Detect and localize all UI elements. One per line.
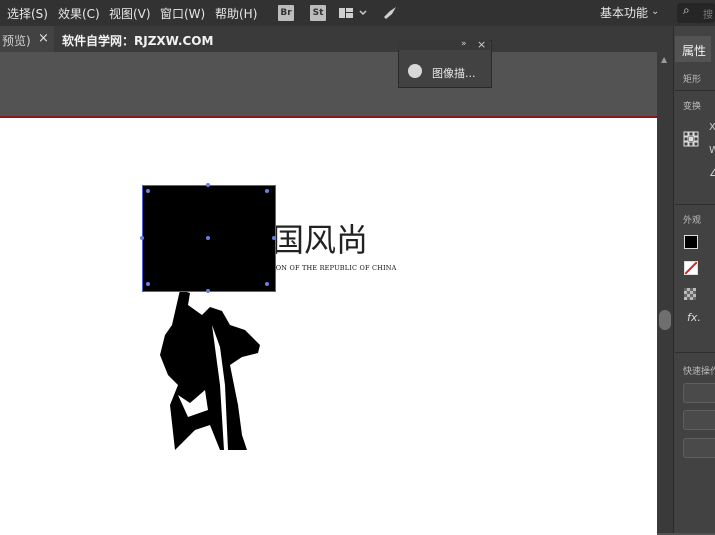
selection-handle[interactable] (265, 282, 269, 286)
collapse-icon[interactable]: » (461, 39, 467, 49)
bridge-button[interactable]: Br (278, 5, 294, 21)
divider (675, 90, 715, 91)
image-trace-icon[interactable] (408, 64, 422, 78)
section-shape-label: 矩形 (683, 75, 702, 85)
scrollbar-thumb[interactable] (659, 310, 671, 330)
selection-handle[interactable] (140, 236, 144, 240)
vertical-scrollbar[interactable] (657, 52, 673, 533)
fill-swatch[interactable] (684, 235, 698, 249)
artwork-subline[interactable]: ION OF THE REPUBLIC OF CHINA (273, 264, 397, 272)
rotate-icon[interactable]: ∠ (709, 168, 715, 179)
stroke-swatch[interactable] (684, 261, 698, 275)
effects-icon[interactable]: fx. (687, 311, 701, 324)
image-trace-button[interactable]: 图像描... (432, 65, 476, 81)
menu-window[interactable]: 窗口(W) (160, 5, 205, 22)
menu-help[interactable]: 帮助(H) (215, 5, 257, 22)
selection-handle[interactable] (206, 183, 210, 187)
chevron-down-icon[interactable]: ⌄ (651, 6, 659, 17)
selection-handle[interactable] (206, 289, 210, 293)
transform-x-field[interactable]: X (709, 122, 715, 133)
selection-center[interactable] (206, 236, 210, 240)
search-icon: ⌕ (683, 3, 690, 17)
workspace-switcher[interactable]: 基本功能 (600, 4, 648, 21)
gpu-performance-icon[interactable] (382, 5, 398, 21)
reference-point-icon[interactable] (683, 131, 699, 147)
menu-select[interactable]: 选择(S) (7, 5, 48, 22)
transform-w-field[interactable]: W (709, 145, 715, 156)
no-stroke-icon (685, 262, 697, 274)
arrange-documents-icon[interactable] (338, 6, 370, 20)
section-transform-label: 变换 (683, 102, 702, 112)
selection-handle[interactable] (272, 236, 276, 240)
scroll-up-icon[interactable]: ▲ (661, 55, 667, 64)
section-appearance-label: 外观 (683, 216, 702, 226)
stock-button[interactable]: St (310, 5, 326, 21)
silhouette-image[interactable] (150, 285, 275, 453)
selection-handle[interactable] (146, 282, 150, 286)
quick-action-button[interactable] (683, 410, 715, 430)
close-tab-icon[interactable]: × (38, 31, 49, 46)
divider (675, 352, 715, 353)
quick-action-button[interactable] (683, 383, 715, 403)
tab-properties-label: 属性 (682, 44, 707, 58)
opacity-icon[interactable] (684, 288, 696, 300)
artboard[interactable] (0, 116, 657, 535)
section-quick-actions-label: 快速操作 (683, 367, 715, 377)
divider (675, 204, 715, 205)
tab-previous-label: 预览) (2, 34, 31, 48)
menu-view[interactable]: 视图(V) (109, 5, 151, 22)
selection-handle[interactable] (146, 189, 150, 193)
quick-action-button[interactable] (683, 438, 715, 458)
selection-handle[interactable] (265, 189, 269, 193)
tab-active-label: 软件自学网：RJZXW.COM (62, 34, 214, 48)
artwork-headline[interactable]: 国风尚 (272, 215, 368, 261)
search-placeholder: 搜 (703, 10, 713, 21)
close-panel-icon[interactable]: × (477, 38, 486, 51)
menu-effect[interactable]: 效果(C) (58, 5, 100, 22)
